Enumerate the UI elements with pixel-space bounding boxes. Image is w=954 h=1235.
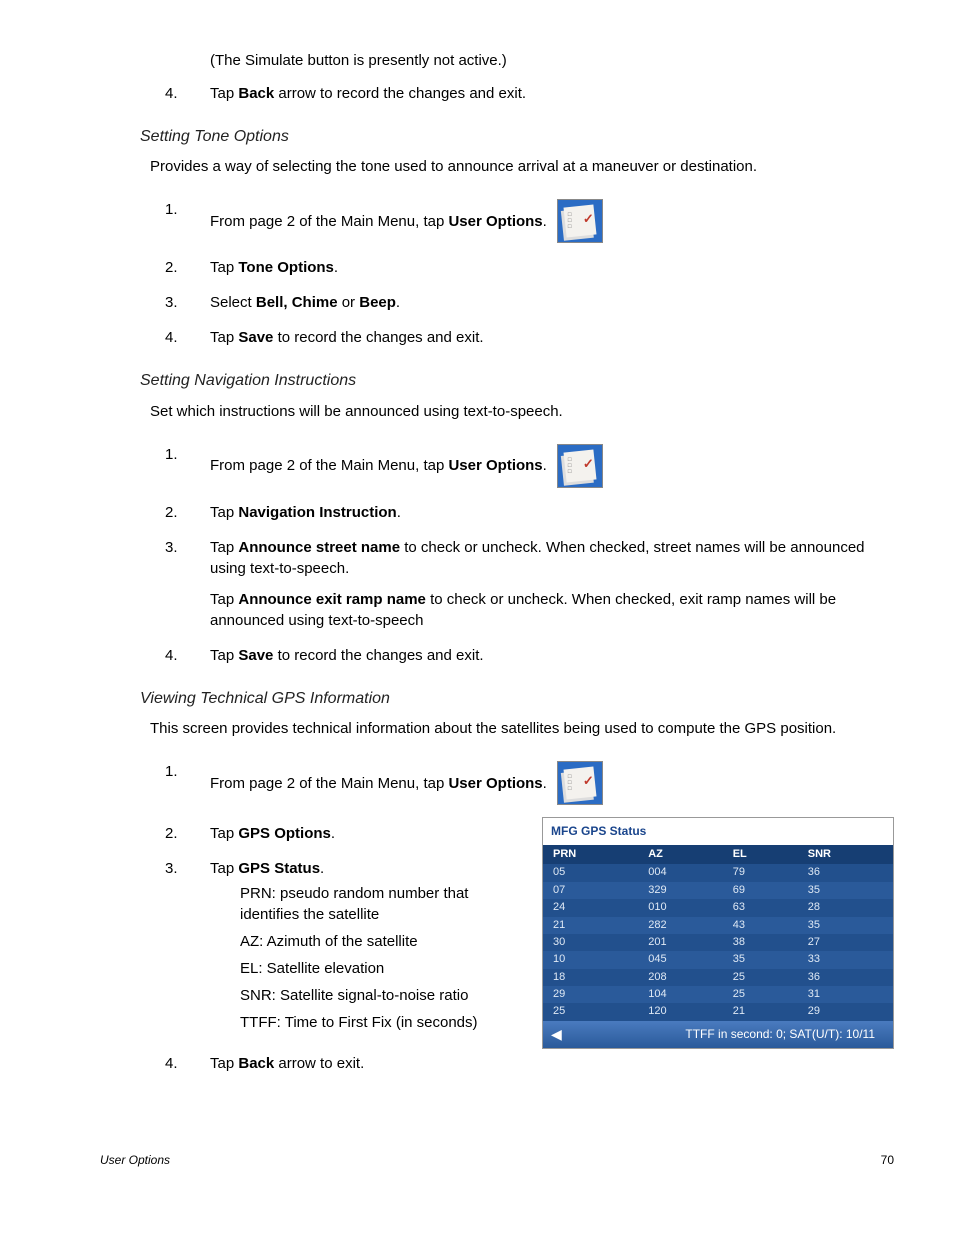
user-options-icon: □□□✓	[557, 199, 603, 243]
def-ttff: TTFF: Time to First Fix (in seconds)	[240, 1012, 522, 1033]
simulate-note: (The Simulate button is presently not ac…	[210, 50, 894, 71]
step-number: 4.	[165, 1053, 210, 1074]
heading-gps-info: Viewing Technical GPS Information	[140, 688, 894, 710]
gps-status-table: PRN AZ EL SNR 05004793607329693524010632…	[543, 845, 893, 1021]
col-el: EL	[723, 845, 798, 864]
step-text: Tap Back arrow to exit.	[210, 1053, 894, 1074]
footer-page-number: 70	[881, 1152, 894, 1169]
ttff-status: TTFF in second: 0; SAT(U/T): 10/11	[685, 1026, 875, 1043]
step-number: 4.	[165, 83, 210, 104]
back-arrow-icon[interactable]: ◀	[551, 1025, 562, 1045]
step-text: Tap Announce street name to check or unc…	[210, 537, 894, 631]
step-number: 2.	[165, 823, 210, 844]
step-text: Tap Save to record the changes and exit.	[210, 645, 894, 666]
top-step-list: 4. Tap Back arrow to record the changes …	[100, 83, 894, 104]
step-number: 4.	[165, 645, 210, 666]
step-text: From page 2 of the Main Menu, tap User O…	[210, 199, 894, 243]
tone-desc: Provides a way of selecting the tone use…	[150, 156, 894, 177]
step-text: Tap GPS Status. PRN: pseudo random numbe…	[210, 858, 522, 1039]
table-row: 240106328	[543, 899, 893, 916]
footer-section: User Options	[100, 1152, 170, 1169]
gps-desc: This screen provides technical informati…	[150, 718, 894, 739]
step-text: Tap Tone Options.	[210, 257, 894, 278]
col-snr: SNR	[798, 845, 893, 864]
step-number: 3.	[165, 537, 210, 631]
nav-steps: 1. From page 2 of the Main Menu, tap Use…	[100, 444, 894, 666]
step-text: From page 2 of the Main Menu, tap User O…	[210, 444, 894, 488]
table-row: 073296935	[543, 882, 893, 899]
step-number: 2.	[165, 502, 210, 523]
table-row: 100453533	[543, 951, 893, 968]
def-az: AZ: Azimuth of the satellite	[240, 931, 522, 952]
step-number: 1.	[165, 444, 210, 488]
heading-nav-instructions: Setting Navigation Instructions	[140, 370, 894, 392]
gps-status-title: MFG GPS Status	[543, 818, 893, 845]
step-number: 4.	[165, 327, 210, 348]
table-row: 182082536	[543, 969, 893, 986]
col-prn: PRN	[543, 845, 638, 864]
tone-steps: 1. From page 2 of the Main Menu, tap Use…	[100, 199, 894, 348]
table-row: 302013827	[543, 934, 893, 951]
step-number: 3.	[165, 292, 210, 313]
def-el: EL: Satellite elevation	[240, 958, 522, 979]
col-az: AZ	[638, 845, 722, 864]
step-number: 2.	[165, 257, 210, 278]
table-row: 212824335	[543, 917, 893, 934]
step-text: Select Bell, Chime or Beep.	[210, 292, 894, 313]
table-row: 050047936	[543, 864, 893, 881]
def-prn: PRN: pseudo random number that identifie…	[240, 883, 522, 925]
step-number: 1.	[165, 761, 210, 805]
step-text: Tap GPS Options.	[210, 823, 522, 844]
page-footer: User Options 70	[100, 1152, 894, 1169]
step-text: From page 2 of the Main Menu, tap User O…	[210, 761, 894, 805]
gps-definitions: PRN: pseudo random number that identifie…	[240, 883, 522, 1033]
nav-desc: Set which instructions will be announced…	[150, 401, 894, 422]
table-row: 291042531	[543, 986, 893, 1003]
step-text: Tap Navigation Instruction.	[210, 502, 894, 523]
gps-steps: 1. From page 2 of the Main Menu, tap Use…	[100, 761, 894, 805]
step-number: 3.	[165, 858, 210, 1039]
user-options-icon: □□□✓	[557, 761, 603, 805]
step-number: 1.	[165, 199, 210, 243]
table-row: 251202129	[543, 1003, 893, 1020]
def-snr: SNR: Satellite signal-to-noise ratio	[240, 985, 522, 1006]
heading-tone-options: Setting Tone Options	[140, 126, 894, 148]
step-text: Tap Back arrow to record the changes and…	[210, 83, 894, 104]
step-text: Tap Save to record the changes and exit.	[210, 327, 894, 348]
gps-status-panel: MFG GPS Status PRN AZ EL SNR 05004793607…	[542, 817, 894, 1049]
user-options-icon: □□□✓	[557, 444, 603, 488]
gps-status-footer: ◀ TTFF in second: 0; SAT(U/T): 10/11	[543, 1021, 893, 1049]
